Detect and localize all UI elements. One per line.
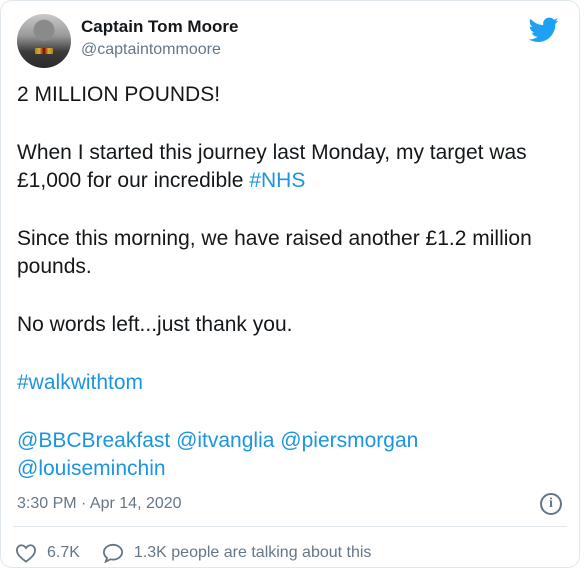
like-count: 6.7K bbox=[47, 544, 80, 561]
user-name[interactable]: Captain Tom Moore bbox=[81, 17, 238, 37]
tweet-actions: 6.7K 1.3K people are talking about this bbox=[15, 541, 393, 565]
reply-button[interactable]: 1.3K people are talking about this bbox=[102, 543, 372, 563]
user-handle[interactable]: @captaintommoore bbox=[81, 41, 221, 59]
avatar-medals bbox=[35, 48, 53, 54]
avatar[interactable] bbox=[17, 14, 71, 68]
mention-piersmorgan-link[interactable]: @piersmorgan bbox=[280, 429, 418, 452]
twitter-bird-icon[interactable] bbox=[529, 17, 559, 43]
tweet-timestamp[interactable]: 3:30 PM · Apr 14, 2020 bbox=[17, 495, 182, 513]
heart-icon bbox=[15, 544, 37, 563]
tweet-card: Captain Tom Moore @captaintommoore 2 MIL… bbox=[0, 0, 580, 568]
tweet-line-target: When I started this journey last Monday,… bbox=[17, 139, 569, 195]
tweet-header: Captain Tom Moore @captaintommoore bbox=[13, 11, 567, 68]
speech-bubble-icon bbox=[102, 543, 123, 563]
mention-louiseminchin-link[interactable]: @louiseminchin bbox=[17, 457, 166, 480]
like-button[interactable]: 6.7K bbox=[15, 543, 80, 563]
tweet-line-thanks: No words left...just thank you. bbox=[17, 313, 293, 336]
tweet-body: 2 MILLION POUNDS! When I started this jo… bbox=[17, 81, 569, 483]
tweet-line-hashtag: #walkwithtom bbox=[17, 369, 569, 397]
tweet-line-raised: Since this morning, we have raised anoth… bbox=[17, 227, 532, 278]
hashtag-nhs-link[interactable]: #NHS bbox=[249, 169, 305, 192]
tweet-line-headline: 2 MILLION POUNDS! bbox=[17, 83, 221, 106]
talking-count: 1.3K people are talking about this bbox=[133, 544, 372, 561]
mention-bbcbreakfast-link[interactable]: @BBCBreakfast bbox=[17, 429, 170, 452]
info-icon[interactable]: i bbox=[540, 493, 562, 515]
hashtag-walkwithtom-link[interactable]: #walkwithtom bbox=[17, 371, 143, 394]
tweet-line-mentions: @BBCBreakfast @itvanglia @piersmorgan @l… bbox=[17, 427, 569, 483]
mention-itvanglia-link[interactable]: @itvanglia bbox=[176, 429, 274, 452]
divider bbox=[13, 526, 567, 527]
